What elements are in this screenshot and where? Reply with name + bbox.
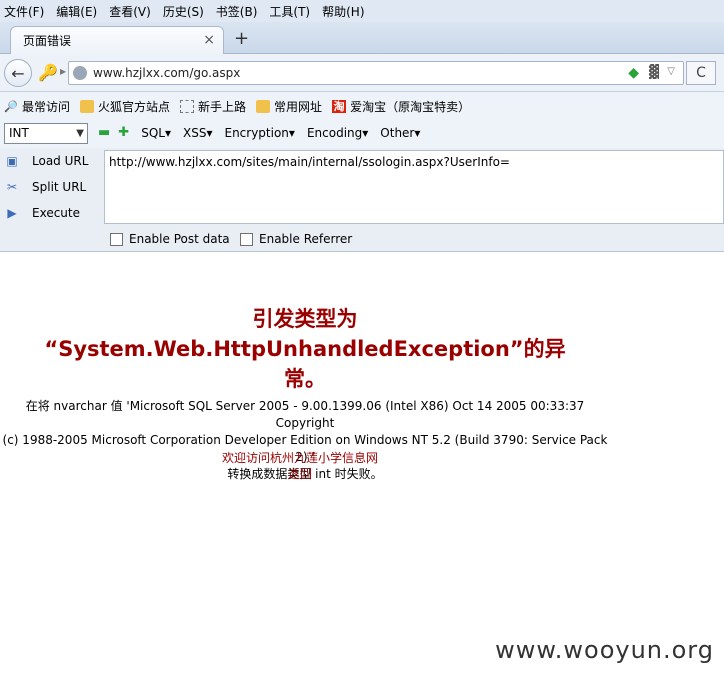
tab-active[interactable]: 页面错误 × [10,26,224,54]
qr-code-icon[interactable]: ▓ [649,65,659,80]
bookmark-taobao[interactable]: 淘 爱淘宝（原淘宝特卖） [332,98,470,115]
scissors-icon: ✂ [6,180,18,194]
error-title-line: 引发类型为 [252,307,358,331]
menu-history[interactable]: 历史(S) [163,3,204,20]
enable-post-data-checkbox[interactable]: Enable Post data [110,232,230,246]
close-icon[interactable]: × [203,32,215,48]
hackbar-url-textarea[interactable]: http://www.hzjlxx.com/sites/main/interna… [104,150,724,224]
hackbar-panel: ▣ Load URL ✂ Split URL ▶ Execute http://… [0,148,724,252]
menu-file[interactable]: 文件(F) [4,3,44,20]
execute-label: Execute [32,206,80,220]
folder-icon [256,99,271,113]
reload-button[interactable]: C [686,61,716,85]
menu-view[interactable]: 查看(V) [109,3,151,20]
error-title-line: 常。 [284,367,326,391]
checkbox-box [240,232,253,246]
back-link-row: 返回 [0,466,600,483]
new-tab-button[interactable]: + [234,28,249,49]
bookmark-firefox-site[interactable]: 火狐官方站点 [80,98,170,115]
reload-icon: C [696,65,706,81]
site-link[interactable]: 杭州九莲小学信息网 [270,451,378,465]
menu-other[interactable]: Other▾ [380,126,420,140]
welcome-line: 欢迎访问杭州九莲小学信息网 [0,450,600,467]
url-text[interactable]: www.hzjlxx.com/go.aspx [93,66,240,80]
minus-icon[interactable]: ▬ [98,125,110,140]
back-link[interactable]: 返回 [288,467,312,481]
key-icon[interactable]: 🔑 [38,63,58,82]
split-url-label: Split URL [32,180,87,194]
menu-encryption[interactable]: Encryption▾ [224,126,294,140]
menu-encoding[interactable]: Encoding▾ [307,126,368,140]
bookmark-label: 火狐官方站点 [98,99,171,114]
chevron-right-icon: ▸ [60,64,67,78]
menu-edit[interactable]: 编辑(E) [56,3,97,20]
bookmark-label: 新手上路 [198,99,247,114]
url-bar[interactable]: www.hzjlxx.com/go.aspx ◆ ▓ ▽ [68,61,684,85]
checkbox-box [110,232,123,246]
split-url-button[interactable]: ✂ Split URL [4,179,86,195]
globe-icon [73,66,87,80]
enable-referrer-checkbox[interactable]: Enable Referrer [240,232,352,246]
tab-title: 页面错误 [23,34,72,48]
hackbar-toolbar: INT ▼ ▬ ✚ SQL▾ XSS▾ Encryption▾ Encoding… [0,120,724,148]
bookmark-most-visited[interactable]: 🔎 最常访问 [4,98,70,115]
back-button[interactable]: ← [4,59,32,87]
error-message-line: 在将 nvarchar 值 'Microsoft SQL Server 2005… [25,399,585,430]
back-arrow-icon: ← [11,63,25,83]
bookmark-label: 最常访问 [22,99,71,114]
play-icon: ▶ [7,206,17,220]
navigation-bar: ← 🔑 ▸ www.hzjlxx.com/go.aspx ◆ ▓ ▽ C [0,54,724,92]
menu-bookmarks[interactable]: 书签(B) [216,3,258,20]
shield-icon[interactable]: ◆ [628,65,639,81]
error-title: 引发类型为 “System.Web.HttpUnhandledException… [0,304,610,394]
bookmark-label: 爱淘宝（原淘宝特卖） [350,99,471,114]
menu-tools[interactable]: 工具(T) [269,3,310,20]
hackbar-tools: ▬ ✚ SQL▾ XSS▾ Encryption▾ Encoding▾ Othe… [98,125,432,140]
execute-button[interactable]: ▶ Execute [4,205,80,221]
checkbox-label: Enable Referrer [259,232,353,246]
taobao-icon: 淘 [332,99,347,113]
page-icon [180,99,195,113]
menu-sql[interactable]: SQL▾ [141,126,171,140]
menu-help[interactable]: 帮助(H) [322,3,364,20]
bookmark-getting-started[interactable]: 新手上路 [180,98,246,115]
load-url-label: Load URL [32,154,89,168]
chevron-down-icon: ▼ [76,128,84,139]
folder-icon [80,99,95,113]
menu-bar: 文件(F) 编辑(E) 查看(V) 历史(S) 书签(B) 工具(T) 帮助(H… [0,0,724,22]
watermark: www.wooyun.org [495,636,714,664]
menu-xss[interactable]: XSS▾ [183,126,213,140]
welcome-prefix: 欢迎访问 [221,451,270,465]
checkbox-label: Enable Post data [129,232,230,246]
select-value: INT [9,126,29,140]
bookmark-label: 常用网址 [274,99,323,114]
error-title-line: “System.Web.HttpUnhandledException”的异 [44,337,566,361]
load-url-button[interactable]: ▣ Load URL [4,153,88,169]
load-url-icon: ▣ [6,154,18,168]
tab-strip: 页面错误 × + [0,22,724,54]
plus-icon[interactable]: ✚ [118,125,129,140]
bookmark-common-sites[interactable]: 常用网址 [256,98,322,115]
chevron-down-icon[interactable]: ▽ [667,66,675,77]
bookmarks-bar: 🔎 最常访问 火狐官方站点 新手上路 常用网址 淘 爱淘宝（原淘宝特卖） [0,92,724,120]
search-icon: 🔎 [4,99,18,113]
encoding-select[interactable]: INT ▼ [4,123,88,144]
